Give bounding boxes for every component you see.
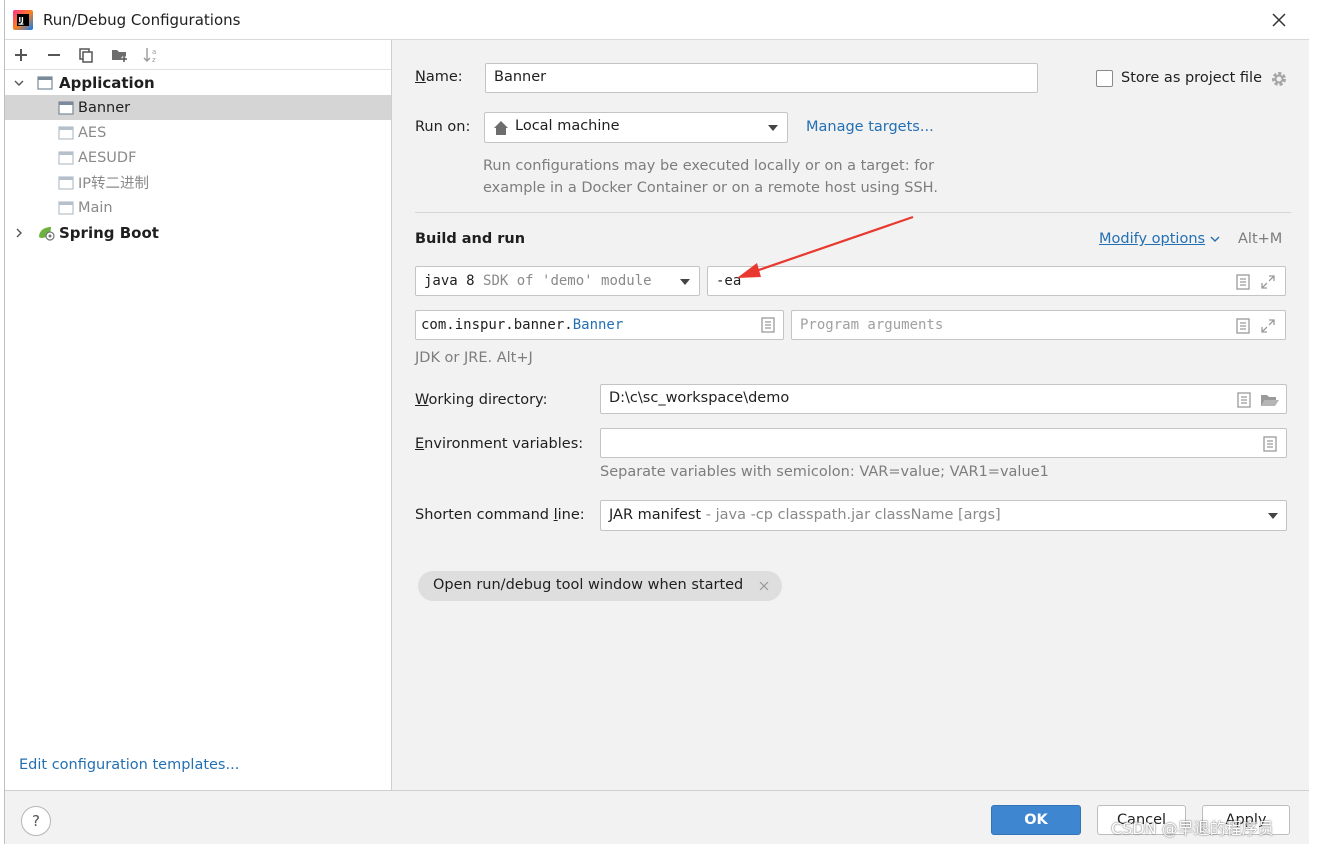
dropdown-arrow-icon — [679, 278, 691, 286]
open-tool-window-chip[interactable]: Open run/debug tool window when started — [418, 571, 782, 601]
name-field-value: Banner — [494, 69, 547, 85]
store-as-project-label: Store as project file — [1121, 70, 1262, 86]
intellij-logo-icon: IJ — [13, 10, 33, 30]
application-config-icon — [58, 150, 74, 166]
application-config-icon — [58, 100, 74, 116]
shorten-command-line-label: Shorten command line: — [415, 507, 585, 523]
configurations-tree-panel: az Application Banner AES AESUDF IP转二进制 … — [5, 40, 392, 790]
store-as-project-checkbox[interactable] — [1096, 70, 1113, 87]
working-directory-label: Working directory: — [415, 392, 548, 408]
section-divider — [415, 212, 1291, 213]
document-icon[interactable] — [1263, 436, 1277, 452]
window-title: Run/Debug Configurations — [43, 11, 241, 29]
tree-group-label: Spring Boot — [59, 223, 159, 242]
document-icon[interactable] — [1237, 392, 1251, 408]
copy-icon[interactable] — [78, 47, 94, 63]
tree-item-banner[interactable]: Banner — [5, 95, 391, 120]
name-label: Name: — [415, 69, 463, 85]
tree-item-main[interactable]: Main — [5, 195, 391, 220]
expand-icon[interactable] — [1260, 318, 1276, 334]
annotation-arrow — [737, 215, 914, 278]
svg-text:IJ: IJ — [19, 16, 24, 24]
tree-item-label: IP转二进制 — [78, 176, 150, 192]
chevron-right-icon[interactable] — [13, 227, 25, 239]
gear-icon[interactable] — [1270, 70, 1288, 88]
svg-text:z: z — [152, 56, 156, 64]
close-icon[interactable] — [759, 581, 769, 591]
edit-templates-link[interactable]: Edit configuration templates... — [19, 757, 239, 773]
run-debug-dialog: IJ Run/Debug Configurations az Applicati… — [4, 0, 1309, 844]
environment-variables-hint: Separate variables with semicolon: VAR=v… — [600, 464, 1049, 480]
help-button[interactable]: ? — [21, 806, 51, 836]
home-icon — [493, 120, 509, 136]
run-on-value: Local machine — [515, 118, 620, 134]
run-on-hint-line2: example in a Docker Container or on a re… — [483, 180, 938, 196]
program-arguments-placeholder: Program arguments — [800, 317, 944, 333]
application-config-icon — [58, 125, 74, 141]
dialog-button-bar: ? OK Cancel Apply CSDN @早退的程序员 — [5, 790, 1309, 844]
close-icon[interactable] — [1271, 12, 1287, 28]
name-field[interactable]: Banner — [485, 63, 1038, 93]
application-config-icon — [58, 200, 74, 216]
svg-text:a: a — [152, 48, 156, 56]
jre-dropdown[interactable]: java 8 SDK of 'demo' module — [415, 266, 700, 296]
tree-item-aesudf[interactable]: AESUDF — [5, 145, 391, 170]
chevron-down-icon — [1210, 236, 1220, 242]
chevron-down-icon[interactable] — [13, 77, 25, 89]
modify-options-link[interactable]: Modify options — [1099, 231, 1220, 247]
run-on-hint-line1: Run configurations may be executed local… — [483, 158, 935, 174]
folder-add-icon[interactable] — [111, 47, 129, 63]
main-class-value: com.inspur.banner.Banner — [421, 317, 624, 333]
manage-targets-link[interactable]: Manage targets... — [806, 119, 934, 135]
sort-icon[interactable]: az — [143, 46, 161, 64]
document-icon[interactable] — [1236, 318, 1250, 334]
run-on-label: Run on: — [415, 119, 471, 135]
tree-item-label: AES — [78, 124, 107, 141]
jre-value: java 8 SDK of 'demo' module — [424, 273, 652, 289]
modify-options-shortcut: Alt+M — [1238, 231, 1283, 247]
application-icon — [37, 75, 53, 91]
tree-item-aes[interactable]: AES — [5, 120, 391, 145]
folder-open-icon[interactable] — [1260, 392, 1280, 408]
ok-button[interactable]: OK — [991, 805, 1081, 835]
minus-icon[interactable] — [46, 47, 62, 63]
environment-variables-field[interactable] — [600, 428, 1287, 458]
tree-group-application[interactable]: Application — [5, 70, 391, 95]
section-title: Build and run — [415, 231, 526, 247]
environment-variables-label: Environment variables: — [415, 436, 584, 452]
configuration-form: Name: Banner Store as project file Run o… — [393, 40, 1309, 790]
working-directory-field[interactable]: D:\c\sc_workspace\demo — [600, 384, 1287, 414]
shorten-command-line-dropdown[interactable]: JAR manifest - java -cp classpath.jar cl… — [600, 500, 1287, 531]
jre-hint: JDK or JRE. Alt+J — [415, 350, 533, 366]
shorten-command-line-value: JAR manifest - java -cp classpath.jar cl… — [609, 507, 1001, 523]
main-class-field[interactable]: com.inspur.banner.Banner — [415, 310, 784, 340]
working-directory-value: D:\c\sc_workspace\demo — [609, 390, 790, 406]
title-bar: IJ Run/Debug Configurations — [5, 0, 1309, 40]
spring-boot-icon — [37, 225, 55, 241]
tree-toolbar: az — [5, 40, 391, 70]
tree-group-label: Application — [59, 73, 155, 92]
watermark: CSDN @早退的程序员 — [1111, 819, 1274, 838]
tree-item-label: AESUDF — [78, 149, 137, 166]
tree-item-label: Main — [78, 199, 113, 216]
run-on-dropdown[interactable]: Local machine — [484, 112, 788, 143]
program-arguments-field[interactable]: Program arguments — [791, 310, 1286, 340]
dropdown-arrow-icon — [767, 124, 779, 132]
application-config-icon — [58, 175, 74, 191]
plus-icon[interactable] — [13, 47, 29, 63]
tree-item-ip[interactable]: IP转二进制 — [5, 170, 391, 195]
chip-label: Open run/debug tool window when started — [433, 577, 744, 593]
document-icon[interactable] — [761, 317, 775, 333]
document-icon[interactable] — [1236, 274, 1250, 290]
dropdown-arrow-icon — [1267, 512, 1279, 520]
tree-item-label: Banner — [78, 99, 131, 116]
tree-group-spring-boot[interactable]: Spring Boot — [5, 220, 391, 245]
expand-icon[interactable] — [1260, 274, 1276, 290]
